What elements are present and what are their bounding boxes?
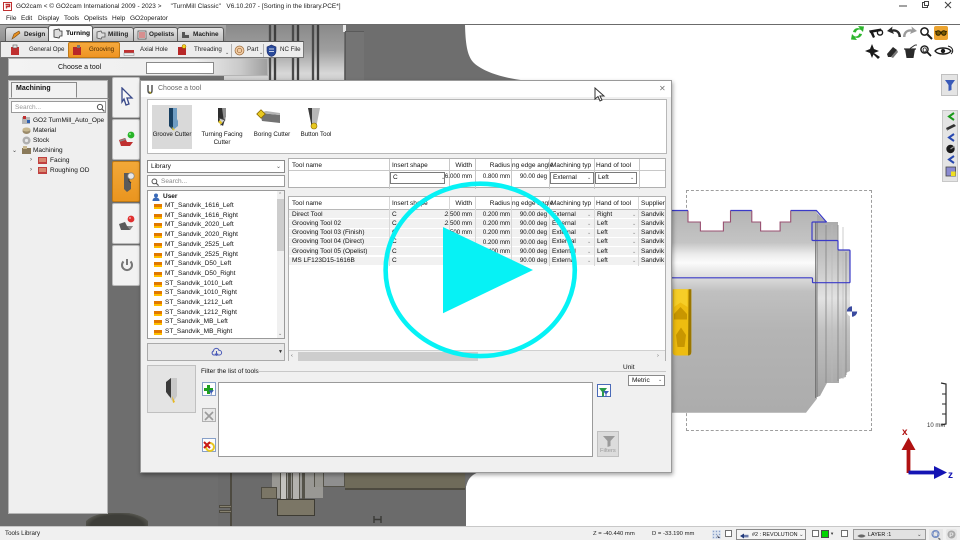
svg-text:Q: Q — [922, 48, 927, 54]
svg-text:P: P — [949, 532, 954, 539]
svg-text:x: x — [902, 427, 908, 438]
svg-text:z: z — [948, 470, 953, 481]
